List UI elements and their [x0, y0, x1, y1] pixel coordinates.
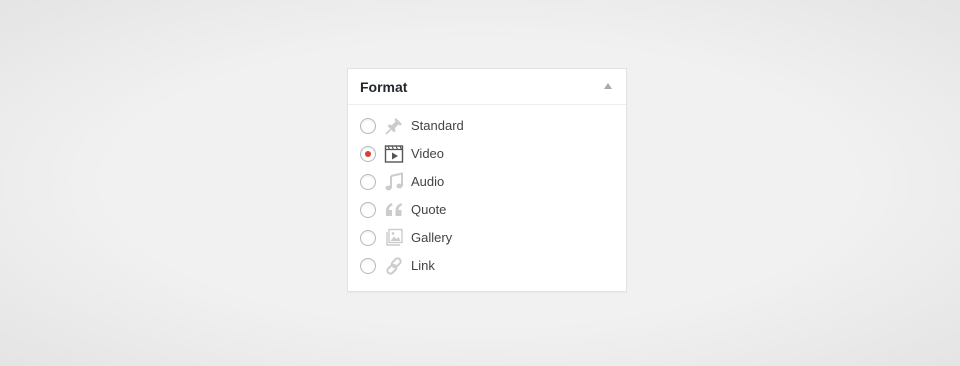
format-label-link: Link [411, 258, 435, 273]
format-label-video: Video [411, 146, 445, 161]
format-radio-audio[interactable] [360, 174, 376, 190]
gallery-icon [384, 228, 404, 248]
format-option-standard[interactable]: Standard [360, 112, 464, 140]
format-option-video[interactable]: Video [360, 140, 464, 168]
format-radio-quote[interactable] [360, 202, 376, 218]
format-option-audio[interactable]: Audio [360, 168, 464, 196]
format-panel-header: Format [348, 69, 626, 105]
pin-icon [384, 116, 404, 136]
link-icon [384, 256, 404, 276]
format-option-link[interactable]: Link [360, 252, 464, 280]
format-panel: Format Standard Video Audio Quote Galler… [347, 68, 627, 292]
format-label-standard: Standard [411, 118, 464, 133]
format-label-gallery: Gallery [411, 230, 453, 245]
format-radio-gallery[interactable] [360, 230, 376, 246]
quote-icon [384, 200, 404, 220]
format-label-audio: Audio [411, 174, 445, 189]
format-radio-standard[interactable] [360, 118, 376, 134]
format-label-quote: Quote [411, 202, 447, 217]
format-option-gallery[interactable]: Gallery [360, 224, 464, 252]
format-option-quote[interactable]: Quote [360, 196, 464, 224]
format-radio-video[interactable] [360, 146, 376, 162]
video-icon [384, 144, 404, 164]
format-panel-title: Format [360, 79, 408, 95]
collapse-toggle-icon[interactable] [604, 83, 612, 89]
music-note-icon [384, 172, 404, 192]
format-options-list: Standard Video Audio Quote Gallery Link [360, 112, 464, 280]
format-radio-link[interactable] [360, 258, 376, 274]
